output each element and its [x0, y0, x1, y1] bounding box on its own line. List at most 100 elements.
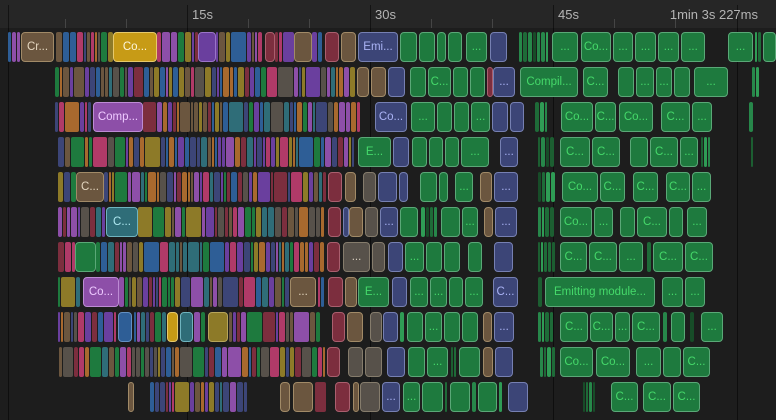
task-bar[interactable]: [321, 207, 324, 237]
task-bar[interactable]: [197, 137, 200, 167]
task-block[interactable]: Emi...: [358, 32, 398, 62]
task-block[interactable]: [437, 102, 452, 132]
task-bar[interactable]: [65, 137, 70, 167]
task-block[interactable]: [450, 382, 470, 412]
task-bar[interactable]: [104, 172, 108, 202]
task-block[interactable]: ...: [687, 207, 707, 237]
task-bar[interactable]: [136, 347, 140, 377]
task-bar[interactable]: [589, 382, 592, 412]
task-block[interactable]: ...: [380, 207, 398, 237]
task-block[interactable]: [674, 67, 690, 97]
task-block[interactable]: [445, 137, 459, 167]
task-block[interactable]: Co...: [560, 207, 592, 237]
task-block[interactable]: [763, 32, 776, 62]
task-bar[interactable]: [101, 242, 107, 272]
task-block[interactable]: ...: [405, 242, 424, 272]
task-bar[interactable]: [176, 242, 179, 272]
task-block[interactable]: Co...: [561, 102, 593, 132]
task-bar[interactable]: [276, 137, 279, 167]
task-bar[interactable]: [132, 172, 140, 202]
task-bar[interactable]: [279, 242, 281, 272]
task-bar[interactable]: [228, 347, 241, 377]
task-bar[interactable]: [229, 102, 243, 132]
task-bar[interactable]: [445, 382, 447, 412]
task-bar[interactable]: [212, 137, 214, 167]
task-bar[interactable]: [547, 347, 551, 377]
task-block[interactable]: C...: [560, 242, 587, 272]
task-block[interactable]: C...: [637, 207, 667, 237]
task-bar[interactable]: [166, 137, 168, 167]
task-bar[interactable]: [104, 312, 113, 342]
task-bar[interactable]: [283, 32, 294, 62]
task-bar[interactable]: [288, 207, 294, 237]
task-block[interactable]: [383, 312, 398, 342]
task-bar[interactable]: [113, 67, 119, 97]
task-bar[interactable]: [541, 242, 543, 272]
task-bar[interactable]: [105, 67, 108, 97]
task-bar[interactable]: [255, 67, 260, 97]
task-bar[interactable]: [242, 347, 248, 377]
task-bar[interactable]: [65, 242, 71, 272]
task-bar[interactable]: [229, 312, 232, 342]
task-block[interactable]: ...: [343, 242, 370, 272]
task-bar[interactable]: [276, 242, 278, 272]
task-bar[interactable]: [321, 67, 326, 97]
task-bar[interactable]: [538, 312, 541, 342]
task-bar[interactable]: [58, 172, 63, 202]
task-block[interactable]: [453, 67, 468, 97]
task-bar[interactable]: [261, 347, 269, 377]
task-block[interactable]: ...: [594, 207, 613, 237]
task-bar[interactable]: [145, 137, 160, 167]
task-bar[interactable]: [290, 102, 293, 132]
task-bar[interactable]: [225, 207, 228, 237]
task-block[interactable]: [365, 347, 382, 377]
task-bar[interactable]: [222, 137, 225, 167]
task-bar[interactable]: [89, 137, 92, 167]
task-bar[interactable]: [166, 347, 171, 377]
task-bar[interactable]: [300, 242, 304, 272]
task-bar[interactable]: [334, 102, 338, 132]
task-bar[interactable]: [314, 172, 318, 202]
task-block[interactable]: C...: [611, 382, 638, 412]
task-bar[interactable]: [61, 277, 75, 307]
task-bar[interactable]: [278, 67, 293, 97]
task-block[interactable]: ...: [410, 277, 428, 307]
task-bar[interactable]: [177, 172, 181, 202]
task-bar[interactable]: [323, 347, 325, 377]
task-block[interactable]: ...: [692, 102, 712, 132]
task-bar[interactable]: [210, 242, 224, 272]
task-bar[interactable]: [238, 67, 244, 97]
task-bar[interactable]: [538, 172, 541, 202]
task-bar[interactable]: [90, 347, 101, 377]
task-bar[interactable]: [308, 102, 312, 132]
task-bar[interactable]: [215, 347, 221, 377]
task-bar[interactable]: [144, 67, 149, 97]
task-bar[interactable]: [115, 242, 119, 272]
task-bar[interactable]: [247, 32, 251, 62]
task-bar[interactable]: [64, 312, 70, 342]
task-bar[interactable]: [267, 67, 277, 97]
task-block[interactable]: [378, 172, 397, 202]
task-bar[interactable]: [218, 277, 222, 307]
task-block[interactable]: ...: [701, 312, 723, 342]
task-block[interactable]: C...: [650, 137, 678, 167]
task-bar[interactable]: [201, 137, 207, 167]
task-bar[interactable]: [115, 172, 127, 202]
task-bar[interactable]: [217, 67, 219, 97]
task-block[interactable]: [328, 207, 341, 237]
task-bar[interactable]: [169, 242, 175, 272]
task-bar[interactable]: [160, 172, 166, 202]
task-bar[interactable]: [426, 207, 429, 237]
task-bar[interactable]: [223, 382, 229, 412]
task-bar[interactable]: [434, 207, 437, 237]
task-bar[interactable]: [178, 137, 184, 167]
task-bar[interactable]: [203, 102, 207, 132]
task-block[interactable]: [371, 67, 386, 97]
task-bar[interactable]: [253, 172, 257, 202]
task-block[interactable]: ...: [635, 32, 656, 62]
task-bar[interactable]: [178, 32, 184, 62]
task-block[interactable]: [454, 102, 469, 132]
task-bar[interactable]: [551, 172, 555, 202]
task-bar[interactable]: [230, 242, 236, 272]
task-bar[interactable]: [351, 102, 356, 132]
